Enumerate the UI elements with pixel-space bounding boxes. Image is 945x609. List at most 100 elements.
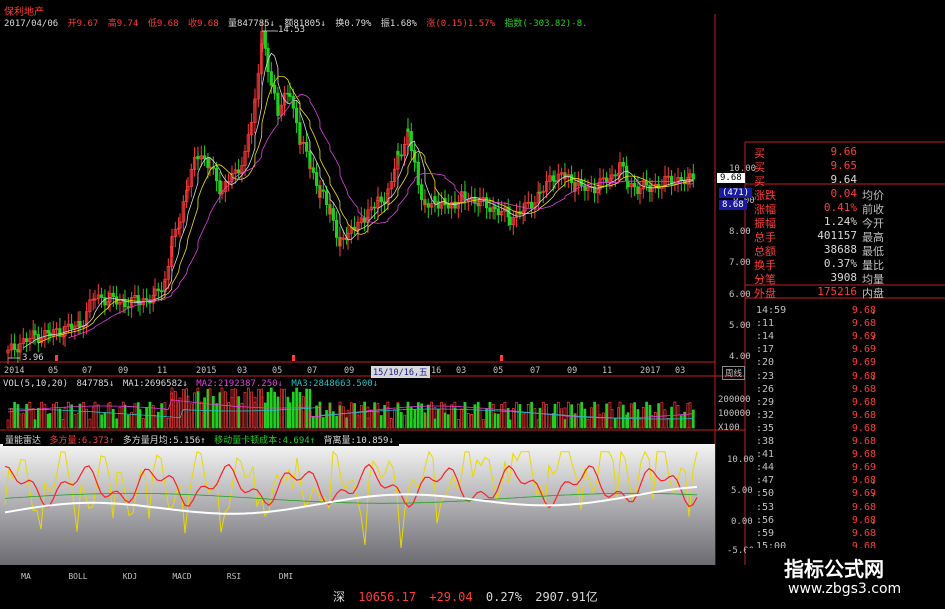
candle-body: [551, 175, 555, 181]
tab-macd[interactable]: MACD: [160, 572, 204, 581]
volume-bar: [553, 403, 557, 429]
candle-body: [626, 180, 630, 188]
kline-chart-area[interactable]: [0, 0, 945, 609]
tick-time: :32: [756, 409, 775, 421]
tab-kdj[interactable]: KDJ: [108, 572, 152, 581]
candle-body: [236, 169, 241, 174]
tab-boll[interactable]: BOLL: [56, 572, 100, 581]
candle-body: [553, 180, 557, 182]
volume-bar: [433, 418, 437, 429]
ind-y-tick: 5.00: [731, 486, 753, 496]
ind-duofang: 多方量:6.373↑: [49, 436, 115, 446]
buy-price[interactable]: 9.65: [800, 159, 858, 172]
tick-price: 9.68: [851, 383, 876, 395]
event-marker: [55, 355, 58, 361]
candle-body: [311, 167, 315, 173]
tab-ma[interactable]: MA: [4, 572, 48, 581]
x-tick: 05: [493, 366, 504, 376]
tick-arrow: ↑: [871, 490, 876, 500]
volume-bar: [315, 405, 318, 429]
vol-value: 847785↓: [76, 379, 115, 389]
volume-bar: [70, 404, 73, 429]
volume-bar: [291, 391, 295, 429]
x-tick: 2014: [4, 366, 25, 376]
candle-body: [530, 201, 534, 209]
volume-bar: [473, 404, 477, 429]
candle-body: [70, 323, 74, 330]
indicator-name[interactable]: 量能雷达: [5, 436, 41, 446]
vol-y-tick: 200000: [718, 395, 751, 405]
tick-price: 9.68: [851, 305, 876, 316]
tick-price: 9.69: [851, 331, 876, 343]
candle-body: [324, 190, 329, 205]
volume-bar: [103, 412, 107, 429]
volume-bar: [335, 415, 338, 429]
info-change: 涨(0.15)1.57%: [426, 19, 495, 29]
tick-arrow: ↓: [871, 477, 876, 487]
y-tick: 4.00: [729, 352, 751, 362]
candle-body: [613, 174, 617, 177]
tab-dmi[interactable]: DMI: [264, 572, 308, 581]
candle-body: [493, 206, 497, 210]
candle-body: [605, 177, 609, 183]
candle-body: [156, 288, 160, 292]
index-value: 10656.17: [358, 590, 417, 604]
x-tick: 03: [237, 366, 248, 376]
buy-price[interactable]: 9.66: [800, 145, 858, 158]
tick-price: 9.68: [851, 396, 876, 408]
info-volume: 量847785↓: [228, 19, 275, 29]
volume-bar: [203, 397, 206, 429]
volume-bar: [36, 407, 40, 429]
market-index[interactable]: 深 10656.17 +29.04 0.27% 2907.91亿: [333, 588, 604, 605]
volume-bar: [58, 408, 62, 429]
x-tick: 09: [567, 366, 578, 376]
vol-ma2: MA2:2192387.250↓: [196, 379, 283, 389]
volume-bar: [583, 408, 587, 429]
tab-rsi[interactable]: RSI: [212, 572, 256, 581]
candle-body: [331, 208, 335, 221]
candle-body: [111, 292, 115, 298]
buy-price[interactable]: 9.64: [800, 173, 858, 186]
candle-body: [508, 216, 512, 226]
volume-bar: [211, 396, 215, 429]
candle-body: [399, 154, 403, 157]
stat-value: 0.04: [830, 187, 858, 200]
candle-body: [406, 128, 410, 132]
volume-bar: [593, 401, 596, 429]
market-name: 深: [333, 590, 346, 604]
period-button[interactable]: 周线: [722, 366, 746, 380]
tick-time: 14:59: [756, 305, 787, 316]
volume-bar: [237, 396, 240, 429]
event-marker: [292, 355, 295, 361]
stat-value: 401157: [817, 229, 857, 242]
volume-bar: [621, 404, 625, 429]
vol-ma3: MA3:2848663.500↓: [291, 379, 379, 389]
volume-bar: [13, 401, 16, 429]
volume-bar: [488, 401, 492, 429]
volume-bar: [426, 404, 430, 429]
info-index: 指数(-303.82)-8.: [504, 19, 588, 29]
volume-bar: [413, 409, 417, 429]
volume-bar: [399, 412, 403, 429]
volume-bar: [409, 407, 413, 429]
tick-arrow: ↓: [871, 516, 876, 526]
volume-bar: [446, 414, 450, 429]
volume-bar: [123, 404, 127, 429]
volume-bar: [156, 411, 160, 429]
candle-body: [691, 173, 695, 180]
volume-bar: [126, 414, 130, 429]
candle-body: [484, 197, 489, 209]
volume-bar: [657, 403, 660, 429]
candle-body: [334, 219, 339, 238]
volume-bar: [605, 403, 608, 429]
x-tick: 03: [675, 366, 686, 376]
volume-bar: [493, 413, 497, 429]
side-tag: (471): [719, 188, 753, 198]
tick-time: :14: [756, 331, 775, 343]
ind-cost: 移动量卡顿成本:4.694↑: [214, 436, 316, 446]
x-tick: 2015: [196, 366, 217, 376]
info-close: 收9.68: [187, 19, 219, 29]
tick-price: 9.69: [851, 357, 876, 369]
volume-bar: [420, 403, 423, 429]
volume-bar: [626, 412, 630, 429]
